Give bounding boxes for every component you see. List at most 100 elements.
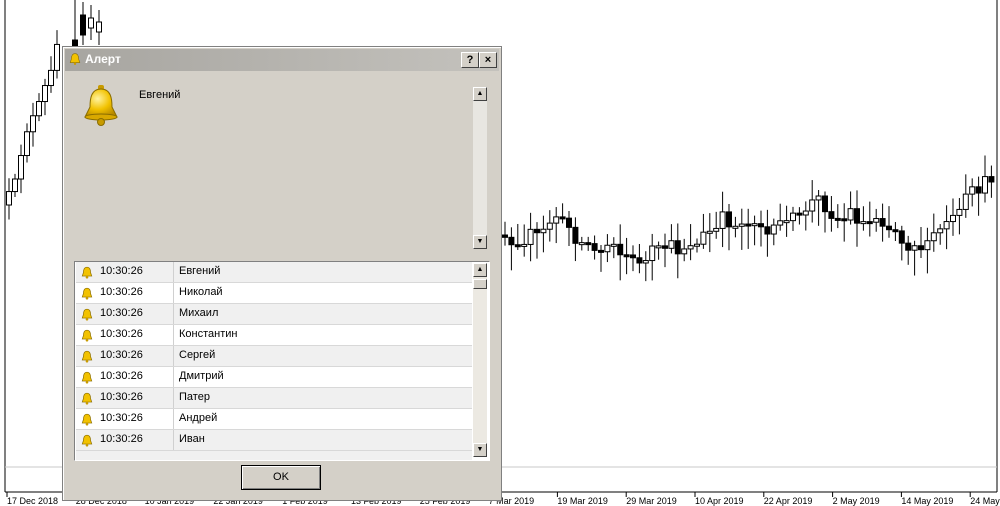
candle-body xyxy=(6,191,12,206)
alert-row[interactable]: 10:30:26 Сергей xyxy=(76,346,472,367)
candle-body xyxy=(96,21,102,33)
scroll-thumb[interactable] xyxy=(473,279,487,289)
candle-body xyxy=(713,227,720,232)
title-bar[interactable]: Алерт ? × xyxy=(65,49,499,71)
candle-body xyxy=(502,234,508,238)
alert-name: Иван xyxy=(179,433,205,445)
candle-body xyxy=(758,223,764,228)
candle-body xyxy=(809,199,816,212)
alert-name: Николай xyxy=(179,286,223,298)
alert-name: Андрей xyxy=(179,412,218,424)
candle-body xyxy=(898,230,905,244)
candle-body xyxy=(649,245,656,262)
candle-body xyxy=(988,176,995,183)
candle-body xyxy=(886,225,892,231)
candle-body xyxy=(534,228,540,234)
candle-body xyxy=(610,243,617,247)
candle-body xyxy=(642,260,649,264)
candle-body xyxy=(911,245,918,251)
alert-name: Михаил xyxy=(179,307,219,319)
alert-row[interactable]: 10:30:26 Евгений xyxy=(76,262,472,283)
candle-body xyxy=(591,243,598,251)
candle-body xyxy=(847,208,854,221)
scroll-up-arrow-icon[interactable]: ▲ xyxy=(473,87,487,101)
column-divider xyxy=(173,262,174,282)
candle-body xyxy=(687,245,694,250)
column-divider xyxy=(173,409,174,429)
bell-icon xyxy=(81,392,93,405)
candle-body xyxy=(54,43,60,71)
alert-message: Евгений xyxy=(139,89,181,101)
scroll-down-arrow-icon[interactable]: ▼ xyxy=(473,235,487,249)
candle-body xyxy=(706,230,713,234)
help-button[interactable]: ? xyxy=(461,52,479,68)
date-label: 22 Apr 2019 xyxy=(763,496,813,506)
candle-body xyxy=(790,212,796,222)
candle-body xyxy=(674,240,681,255)
alert-time: 10:30:26 xyxy=(100,370,143,382)
candle-body xyxy=(924,240,931,251)
candle-body xyxy=(751,223,758,227)
alert-time: 10:30:26 xyxy=(100,265,143,277)
scroll-up-arrow-icon[interactable]: ▲ xyxy=(473,263,487,277)
candle-body xyxy=(18,155,24,180)
bell-icon xyxy=(81,287,93,300)
candle-body xyxy=(508,236,515,246)
candle-body xyxy=(12,178,18,193)
candle-body xyxy=(559,216,566,220)
alert-row[interactable]: 10:30:26 Дмитрий xyxy=(76,367,472,388)
candle-body xyxy=(777,220,784,226)
candle-body xyxy=(860,221,867,225)
candle-body xyxy=(572,226,579,244)
bell-icon xyxy=(69,53,81,65)
date-label: 10 Apr 2019 xyxy=(695,496,744,506)
message-scrollbar[interactable]: ▲ ▼ xyxy=(473,87,487,249)
alert-row[interactable]: 10:30:26 Патер xyxy=(76,388,472,409)
candle-body xyxy=(623,254,630,258)
candle-body xyxy=(514,244,521,248)
candle-body xyxy=(521,243,528,247)
candle-body xyxy=(668,240,675,249)
candle-body xyxy=(892,229,899,233)
column-divider xyxy=(173,430,174,450)
candle-body xyxy=(956,208,963,216)
column-divider xyxy=(173,367,174,387)
alert-row[interactable]: 10:30:26 Михаил xyxy=(76,304,472,325)
candle-body xyxy=(617,243,624,256)
scroll-down-arrow-icon[interactable]: ▼ xyxy=(473,443,487,457)
alert-row[interactable]: 10:30:26 Николай xyxy=(76,283,472,304)
column-divider xyxy=(173,388,174,408)
alert-name: Дмитрий xyxy=(179,370,224,382)
candle-body xyxy=(636,257,643,264)
column-divider xyxy=(173,325,174,345)
candle-body xyxy=(694,243,700,247)
alert-name: Сергей xyxy=(179,349,216,361)
candle-body xyxy=(36,101,42,117)
date-label: 2 May 2019 xyxy=(832,496,880,506)
list-scrollbar[interactable]: ▲ ▼ xyxy=(473,263,487,457)
candle-body xyxy=(540,228,547,234)
close-button[interactable]: × xyxy=(479,52,497,68)
date-label: 19 Mar 2019 xyxy=(557,496,608,506)
column-divider xyxy=(173,283,174,303)
alert-row[interactable]: 10:30:26 Константин xyxy=(76,325,472,346)
candle-body xyxy=(930,232,937,242)
candle-body xyxy=(905,242,912,251)
alert-time: 10:30:26 xyxy=(100,391,143,403)
candle-body xyxy=(841,218,848,222)
candle-body xyxy=(578,242,585,246)
ok-button[interactable]: OK xyxy=(241,465,321,490)
alert-row-partial xyxy=(76,451,472,460)
alert-row[interactable]: 10:30:26 Иван xyxy=(76,430,472,451)
candle-body xyxy=(918,245,924,251)
candle-body xyxy=(598,249,604,253)
candle-body xyxy=(546,222,553,230)
dialog-title: Алерт xyxy=(85,52,121,66)
candle-body xyxy=(943,221,950,230)
candle-body xyxy=(783,220,790,224)
candle-body xyxy=(585,242,592,246)
alert-name: Константин xyxy=(179,328,238,340)
candle-body xyxy=(969,186,976,195)
candle-body xyxy=(553,216,560,224)
alert-row[interactable]: 10:30:26 Андрей xyxy=(76,409,472,430)
